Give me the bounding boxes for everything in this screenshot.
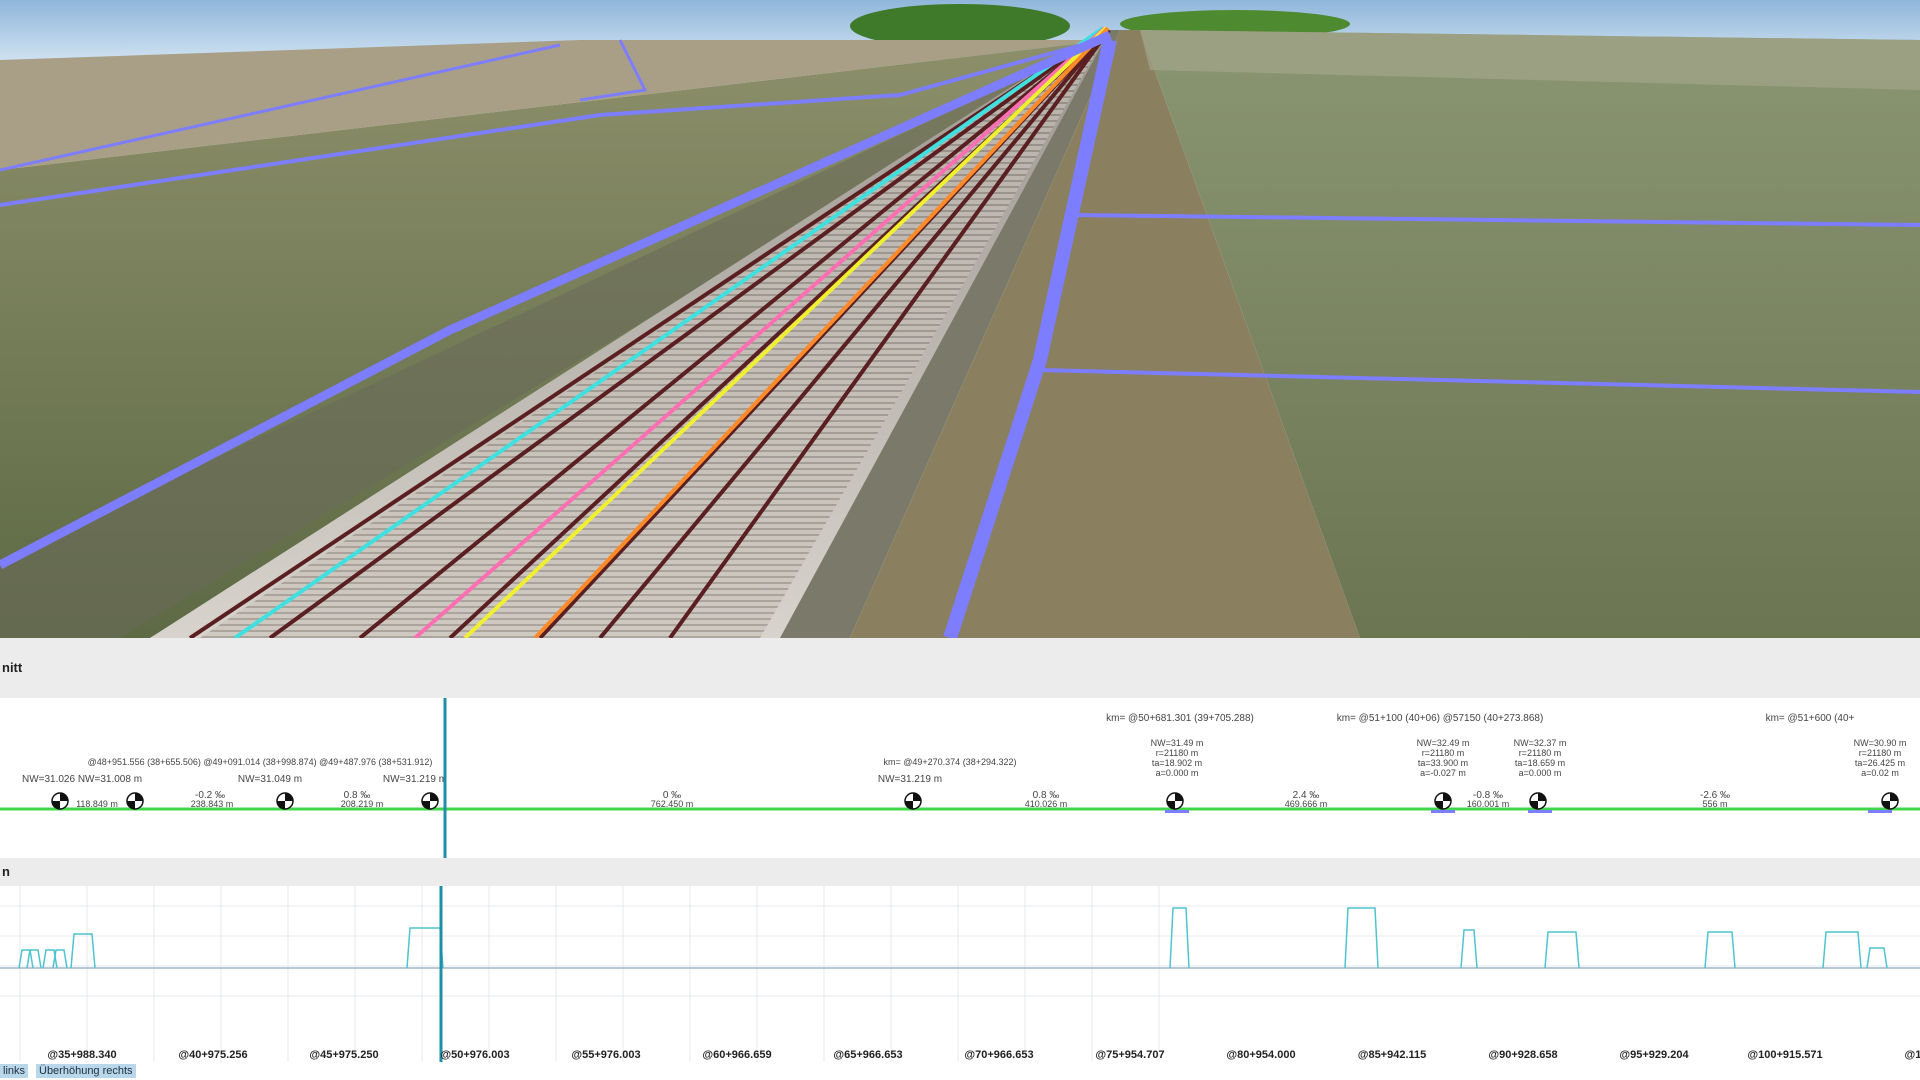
curve-param-label: NW=31.49 m: [1151, 738, 1204, 748]
cant-transition-ramp: [406, 927, 444, 969]
curve-param-label: r=21180 m: [1519, 748, 1562, 758]
nw-label: NW=31.049 m: [238, 774, 302, 785]
station-tick-label: @65+966.653: [833, 1049, 902, 1061]
vertical-curve-marker[interactable]: [1529, 792, 1547, 810]
vertical-curve-marker[interactable]: [51, 792, 69, 810]
vertical-curve-marker[interactable]: [276, 792, 294, 810]
status-bar: links Überhöhung rechts: [0, 1062, 1920, 1080]
curve-param-label: r=21180 m: [1156, 748, 1199, 758]
curve-param-label: a=0.000 m: [1519, 768, 1562, 778]
km-label: km= @51+600 (40+: [1766, 713, 1855, 724]
cant-transition-ramp: [1822, 931, 1862, 969]
station-tick-label: @80+954.000: [1226, 1049, 1295, 1061]
curve-param-label: a=0.000 m: [1156, 768, 1199, 778]
station-tick-label: @60+966.659: [702, 1049, 771, 1061]
cant-chart: @35+988.340 @40+975.256 @45+975.250 @50+976…: [0, 886, 1920, 1062]
station-tick-label: @90+928.658: [1488, 1049, 1557, 1061]
rail-corridor-scene: [0, 0, 1920, 638]
curve-extent-bar: [1431, 810, 1455, 813]
curve-param-label: a=0.02 m: [1861, 768, 1899, 778]
vertical-curve-marker[interactable]: [1166, 792, 1184, 810]
cant-transition-ramp: [1704, 931, 1736, 969]
station-tick-label: @85+942.115: [1358, 1049, 1427, 1061]
legend-right-cant[interactable]: Überhöhung rechts: [36, 1064, 136, 1078]
vertical-curve-marker[interactable]: [904, 792, 922, 810]
station-tick-label: @95+929.204: [1619, 1049, 1689, 1061]
curve-param-label: r=21180 m: [1422, 748, 1465, 758]
station-tick-label: @50+976.003: [440, 1049, 509, 1061]
cant-panel[interactable]: @35+988.340 @40+975.256 @45+975.250 @50+976…: [0, 886, 1920, 1062]
longitudinal-profile-panel[interactable]: km= @50+681.301 (39+705.288) km= @51+100 …: [0, 698, 1920, 858]
profile-section: nitt km= @50+681.301 (39+705.288) km= @51…: [0, 638, 1920, 1080]
station-tick-label: @40+975.256: [178, 1049, 247, 1061]
cant-transition-ramp: [26, 949, 42, 969]
length-label: 160.001 m: [1467, 799, 1510, 809]
curve-param-label: NW=30.90 m: [1854, 738, 1907, 748]
curve-param-label: NW=32.37 m: [1514, 738, 1567, 748]
curve-param-label: ta=18.902 m: [1152, 758, 1202, 768]
cant-transition-ramp: [70, 933, 96, 969]
station-label: km= @49+270.374 (38+294.322): [884, 757, 1017, 767]
nw-label: NW=31.219 m: [878, 774, 942, 785]
curve-param-label: ta=33.900 m: [1418, 758, 1468, 768]
curve-extent-bar: [1528, 810, 1552, 813]
vertical-curve-marker[interactable]: [126, 792, 144, 810]
station-tick-label: @55+976.003: [571, 1049, 640, 1061]
cant-transition-ramp: [1544, 931, 1580, 969]
station-tick-label: @10: [1905, 1049, 1920, 1061]
cant-transition-ramp: [1169, 907, 1190, 969]
km-label: km= @51+100 (40+06) @57150 (40+273.868): [1337, 713, 1544, 724]
profile-chart: km= @50+681.301 (39+705.288) km= @51+100 …: [0, 698, 1920, 858]
station-tick-label: @70+966.653: [964, 1049, 1033, 1061]
cant-transition-ramp: [1866, 947, 1888, 969]
cant-panel-title: n: [0, 860, 1920, 884]
cant-transition-ramp: [52, 949, 68, 969]
profile-panel-title: nitt: [0, 654, 1920, 682]
curve-param-label: ta=26.425 m: [1855, 758, 1905, 768]
cant-transition-ramp: [18, 949, 34, 969]
station-label: @48+951.556 (38+655.506) @49+091.014 (38…: [88, 757, 433, 767]
km-label: km= @50+681.301 (39+705.288): [1106, 713, 1254, 724]
curve-extent-bar: [1165, 810, 1189, 813]
station-tick-label: @75+954.707: [1095, 1049, 1164, 1061]
length-label: 238.843 m: [191, 799, 234, 809]
length-label: 762.450 m: [651, 799, 694, 809]
station-tick-label: @45+975.250: [309, 1049, 378, 1061]
curve-param-label: ta=18.659 m: [1515, 758, 1565, 768]
length-label: 208.219 m: [341, 799, 384, 809]
3d-viewport[interactable]: [0, 0, 1920, 638]
cant-transition-ramp: [1344, 907, 1379, 969]
length-label: 118.849 m: [76, 799, 118, 809]
length-label: 469.666 m: [1285, 799, 1328, 809]
station-tick-label: @35+988.340: [47, 1049, 116, 1061]
curve-param-label: a=-0.027 m: [1420, 768, 1466, 778]
curve-extent-bar: [1868, 810, 1892, 813]
vertical-curve-marker[interactable]: [1881, 792, 1899, 810]
length-label: 410.026 m: [1025, 799, 1068, 809]
nw-label: NW=31.026 NW=31.008 m: [22, 774, 142, 785]
nw-label: NW=31.219 m: [383, 774, 447, 785]
curve-param-label: NW=32.49 m: [1417, 738, 1470, 748]
curve-param-label: r=21180 m: [1859, 748, 1902, 758]
vertical-curve-marker[interactable]: [421, 792, 439, 810]
station-tick-label: @100+915.571: [1747, 1049, 1822, 1061]
legend-left-cant[interactable]: links: [0, 1064, 29, 1078]
vertical-curve-marker[interactable]: [1434, 792, 1452, 810]
length-label: 556 m: [1702, 799, 1727, 809]
